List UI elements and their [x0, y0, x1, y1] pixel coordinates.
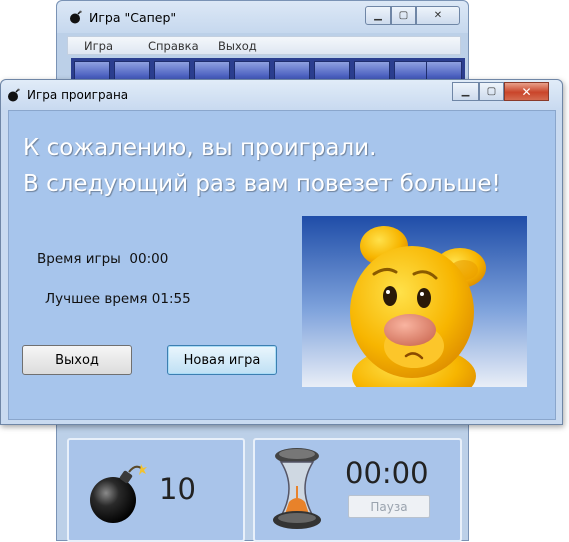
close-icon: ✕ [521, 84, 532, 99]
sad-bear-image [302, 216, 527, 387]
maximize-icon: ▢ [398, 9, 409, 21]
game-time-label: Время игры 00:00 [37, 251, 169, 267]
menu-game[interactable]: Игра [84, 39, 113, 53]
pause-button[interactable]: Пауза [348, 495, 430, 518]
dialog-title: Игра проиграна [27, 88, 129, 102]
timer-panel: 00:00 Пауза [253, 438, 462, 542]
loss-message-line1: К сожалению, вы проиграли. [23, 135, 377, 161]
menu-exit[interactable]: Выход [218, 39, 257, 53]
bomb-icon [8, 88, 20, 102]
menu-help[interactable]: Справка [148, 39, 199, 53]
menu-bar: Игра Справка Выход [67, 36, 461, 55]
game-over-dialog: Игра проиграна ▁ ▢ ✕ К сожалению, вы про… [0, 79, 563, 425]
mine-counter-panel: 10 [67, 438, 245, 542]
maximize-icon: ▢ [486, 85, 497, 97]
mine-counter: 10 [159, 472, 196, 506]
loss-message-line2: В следующий раз вам повезет больше! [23, 171, 501, 197]
exit-button[interactable]: Выход [22, 345, 132, 375]
bomb-icon [70, 10, 82, 24]
close-icon: ✕ [433, 9, 443, 21]
close-button[interactable]: ✕ [504, 82, 549, 101]
maximize-button[interactable]: ▢ [479, 82, 504, 101]
timer-display: 00:00 [345, 456, 429, 490]
dialog-body: К сожалению, вы проиграли. В следующий р… [8, 110, 556, 420]
minimize-icon: ▁ [374, 9, 382, 21]
best-time-label: Лучшее время 01:55 [45, 291, 191, 307]
main-titlebar[interactable]: Игра "Сапер" ▁ ▢ ✕ [57, 1, 468, 33]
window-title: Игра "Сапер" [89, 10, 177, 25]
dialog-titlebar[interactable]: Игра проиграна ▁ ▢ ✕ [1, 80, 562, 109]
minimize-button[interactable]: ▁ [365, 6, 391, 25]
maximize-button[interactable]: ▢ [391, 6, 416, 25]
minimize-button[interactable]: ▁ [452, 82, 479, 101]
minimize-icon: ▁ [461, 85, 470, 97]
new-game-button[interactable]: Новая игра [167, 345, 277, 375]
hourglass-icon [273, 448, 321, 529]
bomb-icon [90, 464, 147, 523]
close-button[interactable]: ✕ [416, 6, 460, 25]
